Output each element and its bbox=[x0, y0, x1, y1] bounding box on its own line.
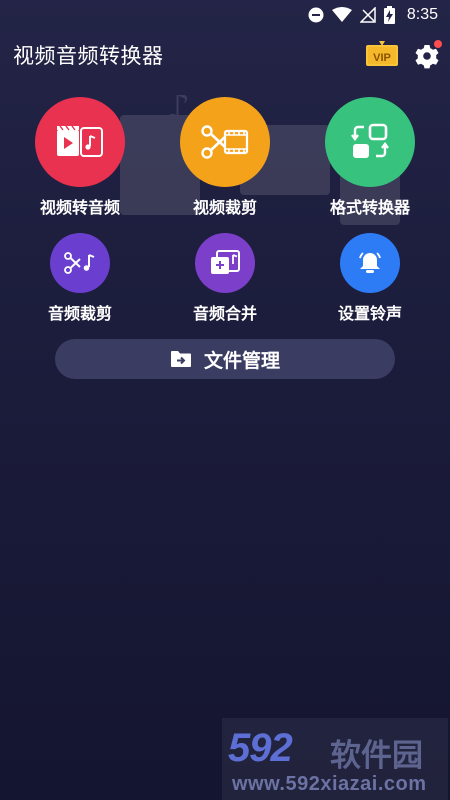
format-converter-button[interactable]: 格式转换器 bbox=[325, 97, 415, 218]
audio-scissors-icon bbox=[64, 252, 95, 274]
vip-button[interactable]: VIP bbox=[365, 40, 399, 68]
status-time: 8:35 bbox=[406, 6, 438, 23]
gear-icon bbox=[415, 40, 442, 69]
audio-trim-circle[interactable] bbox=[50, 233, 110, 293]
video-to-audio-label: 视频转音频 bbox=[39, 198, 120, 217]
convert-format-icon bbox=[351, 123, 389, 158]
audio-merge-label: 音频合并 bbox=[193, 304, 258, 323]
ringtone-button[interactable]: 设置铃声 bbox=[338, 233, 403, 324]
no-signal-icon bbox=[359, 7, 376, 23]
audio-merge-icon bbox=[211, 250, 240, 274]
status-bar: 8:35 bbox=[0, 0, 450, 30]
vip-label: VIP bbox=[373, 52, 391, 64]
audio-merge-button[interactable]: 音频合并 bbox=[193, 233, 258, 324]
audio-trim-label: 音频裁剪 bbox=[48, 304, 113, 323]
ringtone-circle[interactable] bbox=[340, 233, 400, 293]
format-converter-label: 格式转换器 bbox=[329, 198, 410, 217]
file-manager-label: 文件管理 bbox=[203, 349, 280, 372]
folder-arrow-icon bbox=[170, 351, 191, 367]
wifi-icon bbox=[331, 7, 352, 23]
app-title: 视频音频转换器 bbox=[13, 44, 164, 68]
video-to-audio-button[interactable]: 视频转音频 bbox=[35, 97, 125, 218]
video-to-audio-icon bbox=[57, 126, 103, 157]
video-scissors-icon bbox=[201, 125, 249, 159]
audio-merge-circle[interactable] bbox=[195, 233, 255, 293]
ringtone-label: 设置铃声 bbox=[338, 304, 403, 323]
watermark: 592 软件园 www.592xiazai.com bbox=[222, 718, 448, 800]
do-not-disturb-icon bbox=[308, 7, 324, 23]
video-to-audio-circle[interactable] bbox=[35, 97, 125, 187]
settings-button[interactable] bbox=[413, 40, 443, 70]
audio-trim-button[interactable]: 音频裁剪 bbox=[48, 233, 113, 324]
bell-icon bbox=[359, 252, 381, 273]
format-converter-circle[interactable] bbox=[325, 97, 415, 187]
notification-dot bbox=[434, 40, 442, 48]
video-trim-label: 视频裁剪 bbox=[192, 198, 257, 217]
video-trim-button[interactable]: 视频裁剪 bbox=[180, 97, 270, 218]
battery-charging-icon bbox=[383, 6, 395, 24]
watermark-url: www.592xiazai.com bbox=[232, 773, 427, 795]
file-manager-button[interactable]: 文件管理 bbox=[55, 339, 395, 379]
vip-crown-icon: VIP bbox=[366, 41, 398, 66]
watermark-brand-cn: 软件园 bbox=[330, 738, 423, 774]
watermark-brand: 592 bbox=[228, 726, 293, 770]
video-trim-circle[interactable] bbox=[180, 97, 270, 187]
